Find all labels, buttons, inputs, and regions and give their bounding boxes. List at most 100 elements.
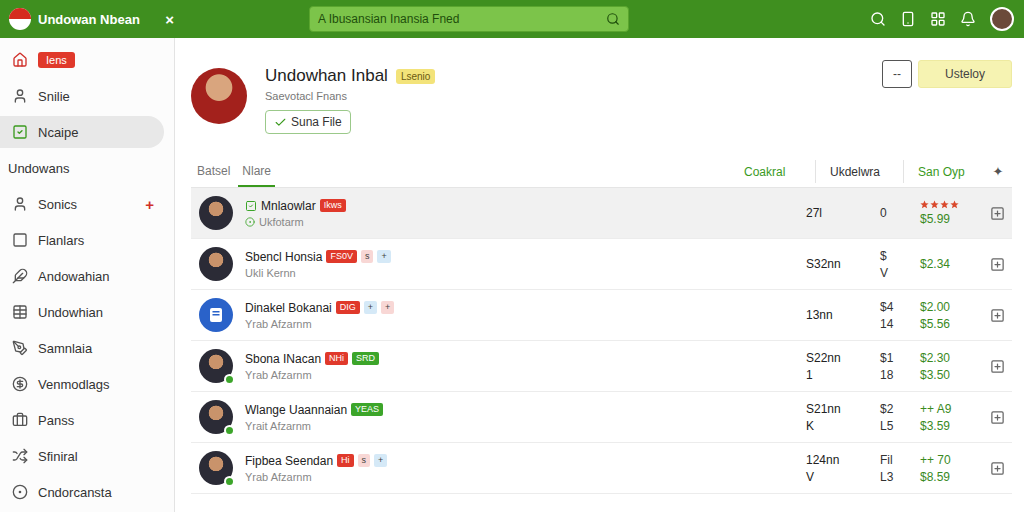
row-title: Fipbea SeendanHis+ <box>245 454 806 468</box>
sidebar-label: Sonics <box>38 197 135 212</box>
row-avatar <box>199 451 233 485</box>
row-cell: S32nn <box>806 257 880 271</box>
online-dot <box>224 425 235 436</box>
plus-icon[interactable] <box>990 308 1005 323</box>
sidebar-header: Undowans <box>0 152 164 184</box>
row-cell: 27l <box>806 206 880 220</box>
row-avatar <box>199 400 233 434</box>
row-subtitle: Ukli Kernn <box>245 267 806 279</box>
row-tag: Ikws <box>320 199 346 212</box>
table-row[interactable]: MnlaowlarIkwsUkfotarm27l0$5.99 <box>191 188 1012 239</box>
device-icon[interactable] <box>900 11 916 27</box>
row-avatar <box>199 298 233 332</box>
column-header[interactable]: Coakral <box>730 160 816 183</box>
search-icon[interactable] <box>606 12 620 26</box>
row-cell: $5.99 <box>920 200 982 226</box>
sidebar-item-icon <box>12 448 28 464</box>
row-subtitle: Yrab Afzarnm <box>245 471 806 483</box>
row-cell: S22nn1 <box>806 351 880 382</box>
sidebar-label: Sfiniral <box>38 449 154 464</box>
sidebar-item[interactable]: Flanlars <box>0 224 164 256</box>
bell-icon[interactable] <box>960 11 976 27</box>
sidebar-item[interactable]: Sonics + <box>0 188 164 220</box>
table-row[interactable]: Sbona INacanNHiSRD Yrab AfzarnmS22nn1$118… <box>191 341 1012 392</box>
sidebar-item[interactable]: Ncaipe <box>0 116 164 148</box>
table-row[interactable]: Wlange UaannaianYEASYrait AfzarnmS21nnK$… <box>191 392 1012 443</box>
search-field[interactable]: A Ibusansian Inansia Fned <box>309 6 629 32</box>
row-cell: $2.30$3.50 <box>920 351 982 382</box>
sidebar-item-icon <box>12 124 28 140</box>
profile-info: Undowhan InbalLsenioSaevotacl FnansSuna … <box>265 60 864 134</box>
row-main: Fipbea SeendanHis+ Yrab Afzarnm <box>245 454 806 483</box>
table-row[interactable]: Sbencl HonsiaFS0Vs+Ukli KernnS32nn$V$2.3… <box>191 239 1012 290</box>
column-header[interactable]: Ukdelwra <box>816 160 904 183</box>
sidebar-item[interactable]: Panss <box>0 404 164 436</box>
sidebar-item[interactable]: Iens <box>0 44 164 76</box>
user-avatar[interactable] <box>990 7 1014 31</box>
row-add[interactable] <box>982 308 1012 323</box>
row-title: Sbona INacanNHiSRD <box>245 352 806 366</box>
sidebar-item-icon <box>12 52 28 68</box>
row-add[interactable] <box>982 461 1012 476</box>
row-tag: + <box>377 250 390 263</box>
row-cell: ++ 70$8.59 <box>920 453 982 484</box>
row-add[interactable] <box>982 410 1012 425</box>
row-cell: $2.00$5.56 <box>920 300 982 331</box>
logo-icon <box>8 7 32 31</box>
row-add[interactable] <box>982 257 1012 272</box>
action-button[interactable]: Usteloy <box>918 60 1012 88</box>
app-title: Undowan Nbean <box>38 12 155 27</box>
sidebar-item[interactable]: Snilie <box>0 80 164 112</box>
sidebar-item-icon <box>12 196 28 212</box>
plus-icon[interactable] <box>990 359 1005 374</box>
sidebar-item[interactable]: Samnlaia <box>0 332 164 364</box>
sidebar-item[interactable]: Undowhian <box>0 296 164 328</box>
column-header[interactable]: San Oyp <box>904 160 984 183</box>
sidebar-item-icon <box>12 340 28 356</box>
sidebar-item[interactable]: Sfiniral <box>0 440 164 472</box>
row-avatar <box>199 196 233 230</box>
row-title: MnlaowlarIkws <box>245 199 806 213</box>
sidebar-add[interactable]: + <box>145 196 154 213</box>
sidebar-label: Panss <box>38 413 154 428</box>
top-icons <box>870 7 1014 31</box>
sidebar-label: Andowahian <box>38 269 154 284</box>
row-title: Wlange UaannaianYEAS <box>245 403 806 417</box>
profile-name: Undowhan Inbal <box>265 66 388 86</box>
row-tag: YEAS <box>351 403 383 416</box>
add-column[interactable]: ✦ <box>984 156 1012 187</box>
sidebar-label: Undowans <box>8 161 154 176</box>
table-row[interactable]: Fipbea SeendanHis+Yrab Afzarnm124nnVFilL… <box>191 443 1012 494</box>
action-button[interactable]: -- <box>882 60 912 88</box>
row-subtitle: Yrab Afzarnm <box>245 369 806 381</box>
table-tabs: BatselNlare <box>191 156 730 187</box>
row-add[interactable] <box>982 206 1012 221</box>
status-icon <box>245 217 255 227</box>
row-name: Dinakel Bokanai <box>245 301 332 315</box>
row-add[interactable] <box>982 359 1012 374</box>
row-cell: $V <box>880 249 920 280</box>
sidebar-item[interactable]: Andowahian <box>0 260 164 292</box>
table-tab[interactable]: Nlare <box>238 156 275 187</box>
table-row[interactable]: Dinakel BokanaiDIG++Yrab Afzarnm13nn$414… <box>191 290 1012 341</box>
sidebar-item[interactable]: Cndorcansta <box>0 476 164 508</box>
row-cell: FilL3 <box>880 453 920 484</box>
row-cell: $118 <box>880 351 920 382</box>
row-tag: FS0V <box>326 250 357 263</box>
plus-icon[interactable] <box>990 257 1005 272</box>
sidebar-label: Cndorcansta <box>38 485 154 500</box>
plus-icon[interactable] <box>990 461 1005 476</box>
row-tag: s <box>361 250 374 263</box>
sidebar-item[interactable]: Venmodlags <box>0 368 164 400</box>
row-cell: 13nn <box>806 308 880 322</box>
plus-icon[interactable] <box>990 410 1005 425</box>
row-cell: $2L5 <box>880 402 920 433</box>
row-name: Sbona INacan <box>245 352 321 366</box>
plus-icon[interactable] <box>990 206 1005 221</box>
grid-icon[interactable] <box>930 11 946 27</box>
table-tab[interactable]: Batsel <box>193 156 234 187</box>
row-name: Fipbea Seendan <box>245 454 333 468</box>
profile-button[interactable]: Suna File <box>265 110 351 134</box>
search-icon[interactable] <box>870 11 886 27</box>
close-button[interactable]: × <box>161 11 178 28</box>
